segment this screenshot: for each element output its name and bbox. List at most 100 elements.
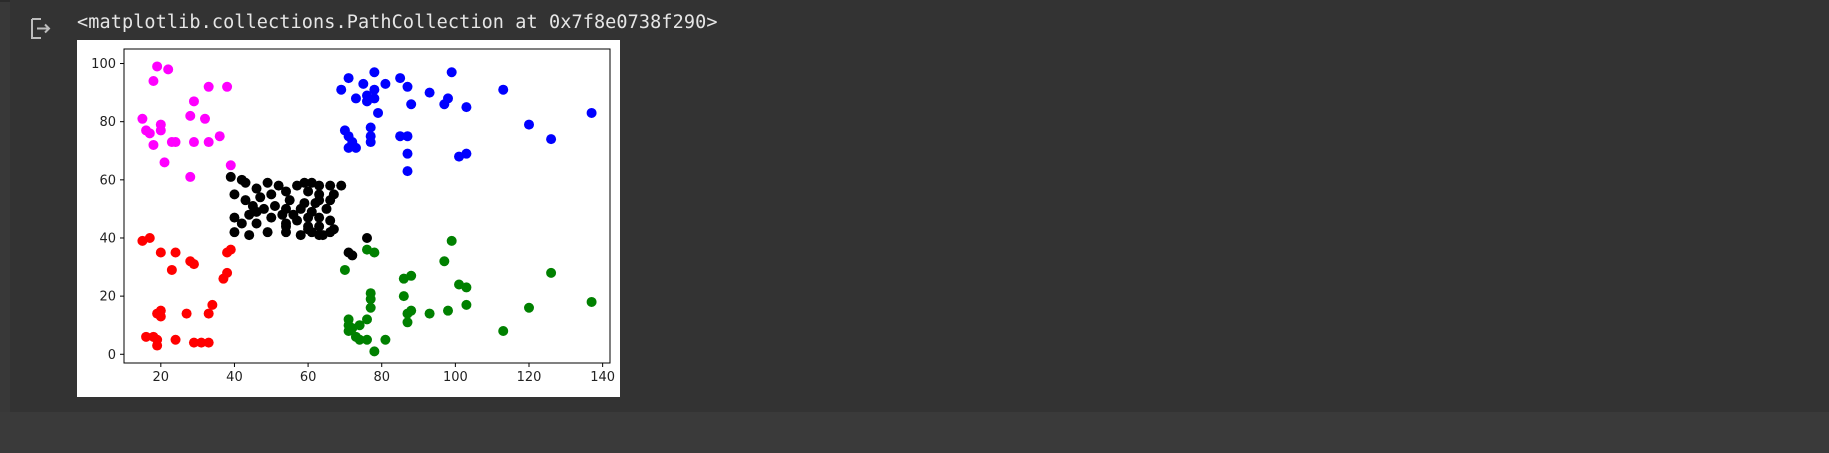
x-tick-label: 60 — [300, 370, 317, 385]
x-tick-label: 100 — [443, 370, 468, 385]
scatter-point — [365, 137, 376, 148]
scatter-point — [225, 244, 236, 255]
scatter-point — [461, 148, 472, 159]
scatter-point — [207, 299, 218, 310]
scatter-point — [461, 282, 472, 293]
scatter-point — [155, 311, 166, 322]
scatter-point — [380, 334, 391, 345]
scatter-point — [277, 209, 288, 220]
scatter-point — [461, 299, 472, 310]
scatter-point — [159, 157, 170, 168]
scatter-point — [244, 230, 255, 241]
scatter-point — [188, 96, 199, 107]
scatter-point — [380, 78, 391, 89]
y-tick-label: 60 — [99, 173, 116, 188]
scatter-point — [295, 230, 306, 241]
scatter-point — [350, 93, 361, 104]
scatter-point — [443, 305, 453, 316]
scatter-point — [498, 84, 509, 95]
scatter-point — [365, 302, 376, 313]
scatter-point — [240, 177, 251, 188]
scatter-point — [281, 186, 291, 197]
scatter-point — [229, 227, 240, 238]
scatter-point — [369, 346, 380, 357]
scatter-point — [524, 119, 534, 130]
scatter-point — [347, 250, 358, 261]
scatter-point — [446, 67, 457, 78]
scatter-point — [148, 75, 159, 86]
scatter-point — [170, 247, 181, 258]
scatter-point — [395, 73, 406, 84]
scatter-point — [439, 256, 450, 267]
scatter-point — [446, 235, 457, 246]
scatter-point — [406, 99, 417, 110]
scatter-point — [255, 192, 266, 203]
scatter-point — [155, 125, 166, 136]
y-tick-label: 40 — [99, 231, 116, 246]
scatter-point — [402, 148, 413, 159]
scatter-point — [262, 177, 273, 188]
scatter-point — [214, 131, 225, 142]
scatter-point — [188, 137, 199, 148]
scatter-point — [170, 137, 181, 148]
scatter-point — [325, 180, 336, 191]
scatter-point — [284, 195, 295, 206]
output-arrow-icon[interactable] — [28, 16, 54, 42]
scatter-point — [225, 160, 236, 171]
scatter-point — [343, 73, 354, 84]
scatter-point — [402, 317, 413, 328]
scatter-point — [321, 203, 332, 214]
scatter-point — [358, 78, 369, 89]
scatter-point — [303, 221, 314, 232]
scatter-point — [314, 212, 325, 223]
scatter-point — [424, 87, 435, 98]
scatter-point — [402, 308, 413, 319]
scatter-point — [170, 334, 181, 345]
scatter-point — [424, 308, 435, 319]
scatter-point — [546, 267, 557, 278]
scatter-point — [325, 195, 336, 206]
scatter-point — [262, 227, 273, 238]
scatter-point — [200, 113, 210, 124]
scatter-point — [362, 96, 372, 107]
scatter-point — [144, 128, 155, 139]
scatter-point — [314, 180, 325, 191]
y-tick-label: 80 — [99, 115, 116, 130]
scatter-point — [163, 64, 174, 75]
scatter-point — [203, 81, 214, 92]
scatter-point — [281, 218, 291, 229]
scatter-point — [288, 209, 299, 220]
scatter-point — [402, 81, 413, 92]
scatter-point — [498, 326, 509, 337]
scatter-point — [362, 334, 372, 345]
scatter-point — [144, 232, 155, 243]
scatter-point — [369, 247, 380, 258]
scatter-point — [236, 218, 247, 229]
scatter-point — [461, 102, 472, 113]
y-tick-label: 0 — [108, 348, 116, 363]
scatter-point — [152, 61, 163, 72]
y-tick-label: 100 — [91, 57, 116, 72]
scatter-point — [303, 186, 314, 197]
scatter-point — [439, 99, 450, 110]
scatter-point — [398, 273, 409, 284]
scatter-point — [292, 180, 303, 191]
scatter-point — [336, 84, 347, 95]
x-tick-label: 20 — [153, 370, 170, 385]
scatter-point — [185, 110, 196, 121]
scatter-point — [347, 323, 358, 334]
scatter-point — [203, 308, 214, 319]
scatter-point — [546, 134, 557, 145]
scatter-point — [524, 302, 534, 313]
scatter-point — [137, 113, 148, 124]
scatter-point — [339, 264, 350, 275]
scatter-point — [203, 337, 214, 348]
notebook-background — [0, 412, 1829, 453]
scatter-point — [185, 171, 196, 182]
scatter-point — [155, 247, 166, 258]
scatter-point — [402, 131, 413, 142]
scatter-point — [229, 189, 240, 200]
scatter-point — [188, 259, 199, 270]
x-tick-label: 140 — [590, 370, 615, 385]
x-tick-label: 40 — [226, 370, 243, 385]
